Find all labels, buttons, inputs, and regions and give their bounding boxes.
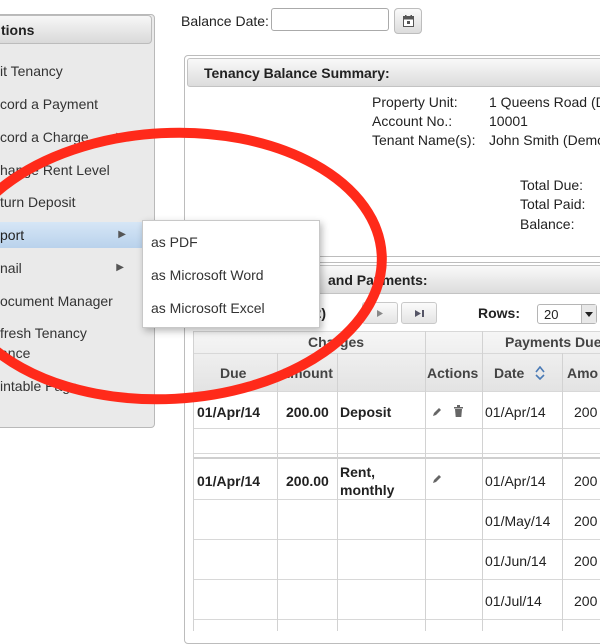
row2-desc-line2: monthly <box>340 482 395 498</box>
account-no-value: 10001 <box>489 113 528 129</box>
row2-desc-line1: Rent, <box>340 464 375 480</box>
row4-amt: 200 <box>574 553 598 569</box>
chevron-right-icon: ▶ <box>118 229 126 240</box>
sidebar-item-refresh-tenancy-line2[interactable]: ance <box>0 340 150 366</box>
balance-date-label: Balance Date: <box>181 13 269 29</box>
export-submenu: as PDF as Microsoft Word as Microsoft Ex… <box>142 220 320 328</box>
rows-label: Rows: <box>478 305 520 321</box>
property-unit-value: 1 Queens Road (D <box>489 94 600 110</box>
tenant-name-value: John Smith (Demo <box>489 132 600 148</box>
tenant-name-label: Tenant Name(s): <box>372 132 476 148</box>
edit-icon[interactable] <box>431 406 443 418</box>
sidebar-item-edit-tenancy[interactable]: it Tenancy <box>0 58 150 84</box>
col-amount[interactable]: Amount <box>280 365 333 381</box>
row4-date: 01/Jun/14 <box>485 553 547 569</box>
sidebar-item-printable-page[interactable]: intable Page <box>0 373 150 399</box>
total-due-label: Total Due: <box>520 177 584 193</box>
sidebar-item-record-payment[interactable]: cord a Payment <box>0 91 150 117</box>
row2-date: 01/Apr/14 <box>485 473 546 489</box>
sidebar-item-email[interactable]: nail ▶ <box>0 255 150 281</box>
delete-icon[interactable] <box>453 405 464 418</box>
sidebar-item-change-rent-level[interactable]: hange Rent Level <box>0 157 150 183</box>
account-no-label: Account No.: <box>372 113 453 129</box>
sidebar-item-return-deposit[interactable]: turn Deposit <box>0 189 150 215</box>
row2-amount: 200.00 <box>286 473 329 489</box>
next-icon <box>377 310 383 317</box>
row2-due: 01/Apr/14 <box>197 473 261 489</box>
export-pdf-item[interactable]: as PDF <box>151 234 198 250</box>
edit-icon[interactable] <box>431 473 443 485</box>
row1-amount: 200.00 <box>286 404 329 420</box>
row2-amt: 200 <box>574 473 598 489</box>
export-word-item[interactable]: as Microsoft Word <box>151 267 264 283</box>
row5-date: 01/Jul/14 <box>485 593 542 609</box>
col-amount-payments: Amo <box>567 365 599 381</box>
sort-icon[interactable] <box>535 366 545 380</box>
row5-amt: 200 <box>574 593 598 609</box>
property-unit-label: Property Unit: <box>372 94 458 110</box>
col-due[interactable]: Due <box>220 365 246 381</box>
row1-due: 01/Apr/14 <box>197 404 261 420</box>
col-actions: Actions <box>427 365 479 381</box>
calendar-button[interactable] <box>394 8 422 34</box>
sidebar-item-record-charge[interactable]: cord a Charge ▶ <box>0 124 150 150</box>
row3-date: 01/May/14 <box>485 513 551 529</box>
header-payments-due: Payments Due <box>505 334 600 350</box>
sidebar-header: tions <box>0 15 152 44</box>
total-paid-label: Total Paid: <box>520 196 586 212</box>
calendar-icon <box>403 15 414 27</box>
row1-desc: Deposit <box>340 404 392 420</box>
row3-amt: 200 <box>574 513 598 529</box>
sidebar-item-export[interactable]: port ▶ <box>0 222 142 248</box>
last-page-button[interactable] <box>401 302 437 324</box>
sidebar-item-document-manager[interactable]: ocument Manager <box>0 288 150 314</box>
header-charges: Charges <box>308 334 365 350</box>
chevron-down-icon <box>585 312 593 317</box>
row1-date: 01/Apr/14 <box>485 404 546 420</box>
export-excel-item[interactable]: as Microsoft Excel <box>151 300 265 316</box>
chevron-right-icon: ▶ <box>116 262 124 273</box>
ledger-table: Charges Payments Due Due Amount Actions … <box>193 331 600 631</box>
last-page-icon <box>415 310 424 317</box>
col-date[interactable]: Date <box>494 365 524 381</box>
row1-amt: 200 <box>574 404 598 420</box>
balance-label: Balance: <box>520 216 575 232</box>
next-page-button[interactable] <box>362 302 398 324</box>
balance-date-input[interactable] <box>271 8 389 31</box>
summary-panel-header: Tenancy Balance Summary: <box>187 58 600 87</box>
rows-select[interactable]: 20 <box>537 304 597 324</box>
chevron-right-icon: ▶ <box>116 131 124 142</box>
